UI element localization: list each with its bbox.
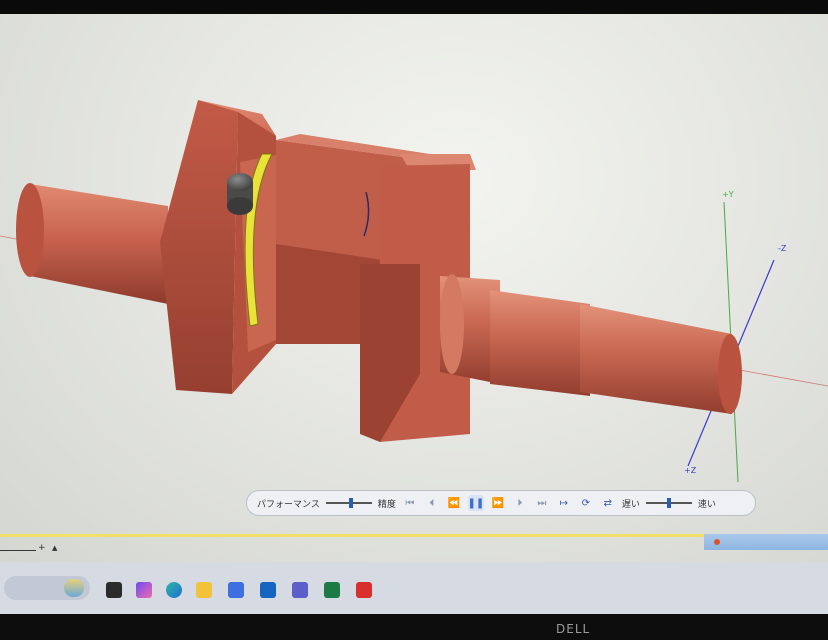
right-shaft-face (718, 334, 742, 414)
skip-to-start-icon[interactable]: ⏮ (402, 495, 418, 511)
excel-icon[interactable] (324, 582, 340, 598)
zoom-control[interactable]: + ▲ (0, 543, 66, 556)
z-axis-bottom-label: +Z (684, 466, 697, 475)
performance-label: パフォーマンス (257, 499, 320, 510)
reciprocate-icon[interactable]: ⇄ (600, 495, 616, 511)
timeline-scrubber[interactable] (704, 534, 828, 550)
file-explorer-icon[interactable] (196, 582, 212, 598)
monitor-bezel-top (0, 0, 828, 14)
start-icon[interactable] (106, 582, 122, 598)
skip-to-end-icon[interactable]: ⏭ (534, 495, 550, 511)
pause-icon[interactable]: ❚❚ (467, 495, 484, 511)
step-forward-icon[interactable]: ⏵ (512, 495, 528, 511)
loop-icon[interactable]: ⟳ (578, 495, 594, 511)
speed-slider[interactable] (645, 498, 692, 508)
fast-forward-icon[interactable]: ⏩ (490, 495, 506, 511)
cad-app-icon[interactable] (356, 582, 372, 598)
performance-slider[interactable] (325, 498, 372, 508)
fast-label: 速い (697, 499, 716, 510)
weather-icon (64, 579, 84, 597)
monitor-bezel-bottom (0, 614, 828, 640)
play-once-icon[interactable]: ↦ (556, 495, 572, 511)
animation-toolbar: パフォーマンス 精度 ⏮ ⏴ ⏪ ❚❚ ⏩ ⏵ ⏭ ↦ ⟳ ⇄ 遅い 速い (246, 490, 756, 516)
pin-top (227, 173, 253, 191)
performance-slider-knob[interactable] (348, 498, 353, 508)
speed-slider-knob[interactable] (666, 498, 671, 508)
left-shaft (30, 184, 168, 304)
weather-widget[interactable] (4, 576, 90, 600)
step-back-icon[interactable]: ⏴ (424, 495, 440, 511)
pin-bottom (227, 197, 253, 215)
collapse-arrow-icon[interactable]: ▲ (52, 544, 57, 552)
right-shaft-collar-edge (440, 274, 464, 374)
monitor-brand-logo: DELL (556, 622, 591, 636)
teams-icon[interactable] (292, 582, 308, 598)
copilot-icon[interactable] (136, 582, 152, 598)
left-flange-front (160, 100, 238, 394)
y-axis-label: +Y (722, 190, 734, 199)
slow-label: 遅い (621, 499, 640, 510)
edge-icon[interactable] (166, 582, 182, 598)
left-shaft-end (16, 183, 44, 277)
rewind-icon[interactable]: ⏪ (446, 495, 462, 511)
3d-viewport[interactable]: -Z +Z +Y (0, 14, 828, 534)
right-shaft-mid (490, 290, 590, 396)
accuracy-label: 精度 (377, 499, 396, 510)
zoom-plus-icon[interactable]: + (38, 543, 46, 553)
store-icon[interactable] (228, 582, 244, 598)
z-axis-top-label: -Z (778, 244, 787, 253)
cad-screen: -Z +Z +Y パフォーマンス 精度 ⏮ ⏴ ⏪ ❚❚ ⏩ ⏵ ⏭ ↦ ⟳ ⇄… (0, 14, 828, 562)
scrubber-handle-icon[interactable] (714, 539, 720, 545)
outlook-icon[interactable] (260, 582, 276, 598)
right-shaft-end (580, 304, 732, 414)
windows-taskbar (0, 562, 828, 614)
